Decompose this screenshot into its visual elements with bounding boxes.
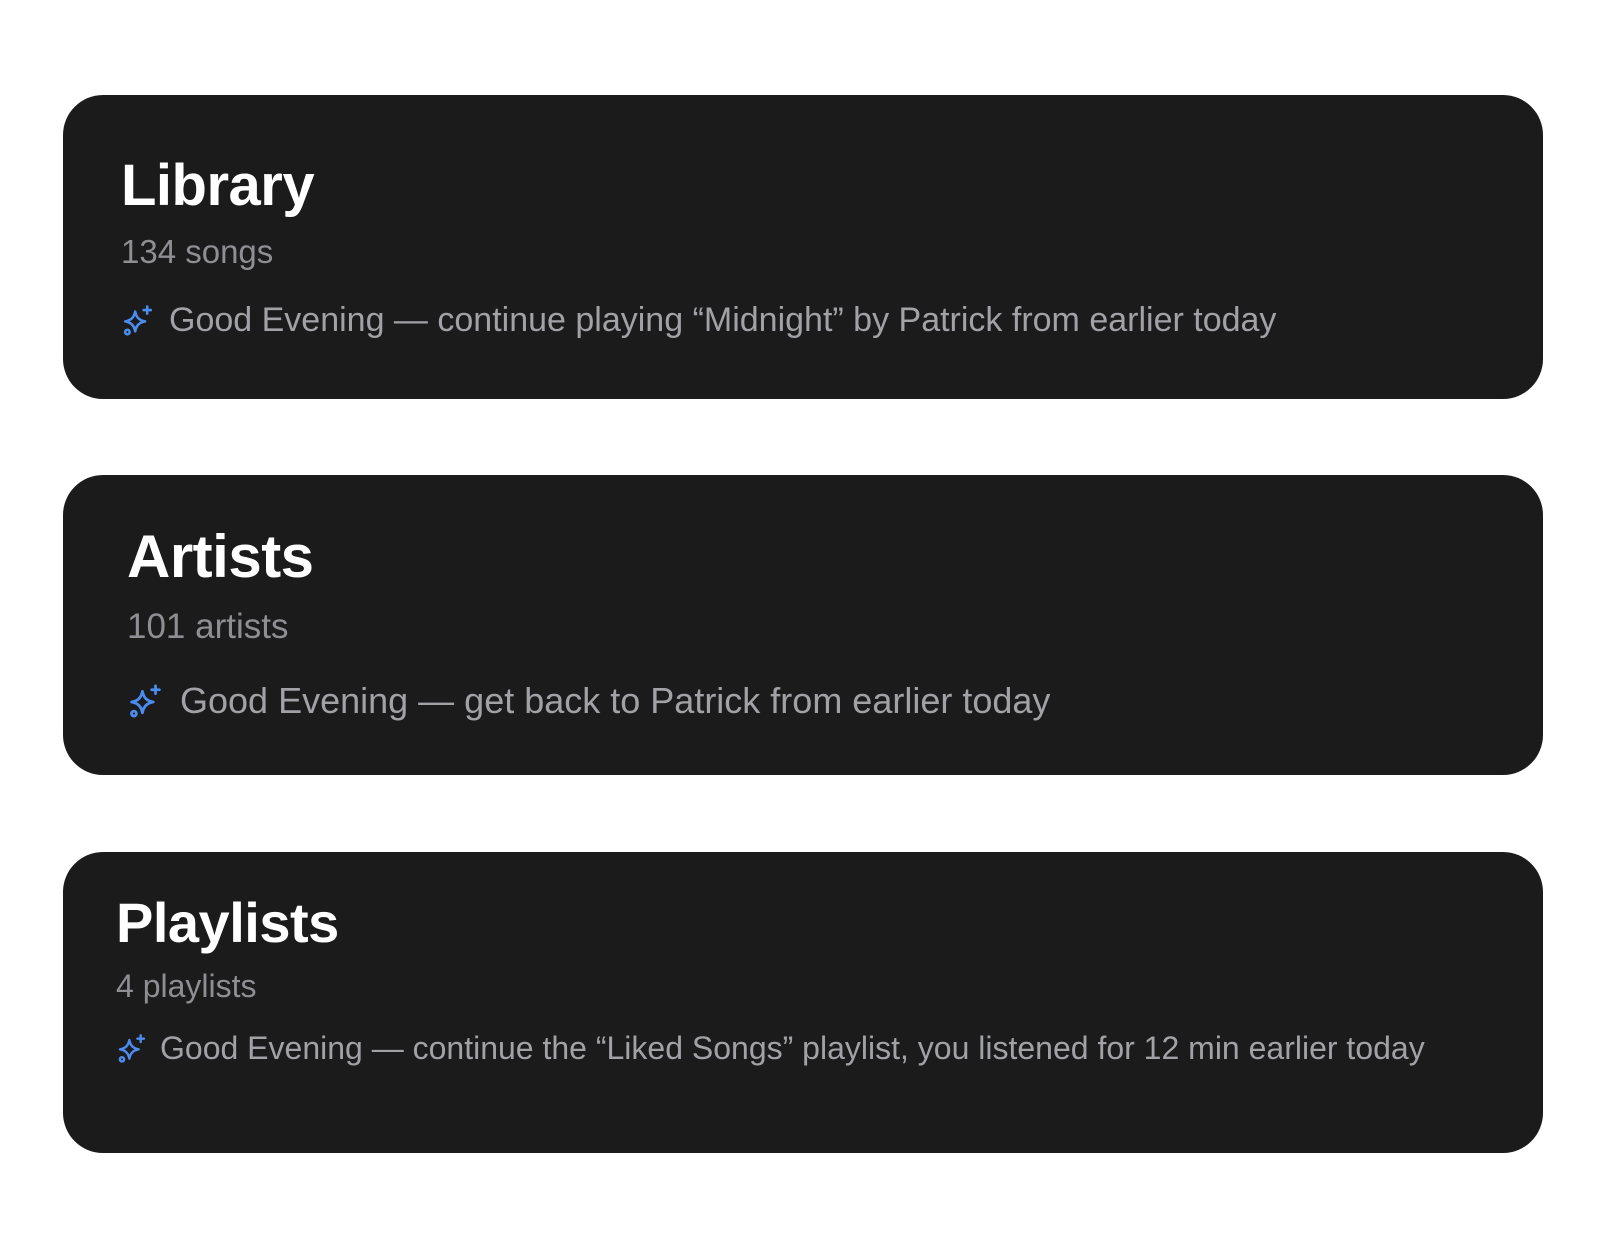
playlists-suggestion[interactable]: Good Evening — continue the “Liked Songs… xyxy=(116,1032,1425,1064)
library-suggestion-text: Good Evening — continue playing “Midnigh… xyxy=(169,301,1277,339)
library-suggestion[interactable]: Good Evening — continue playing “Midnigh… xyxy=(121,303,1276,337)
artists-title: Artists xyxy=(127,523,314,590)
artists-card[interactable]: Artists 101 artists Good Evening — get b… xyxy=(63,475,1543,775)
artists-count: 101 artists xyxy=(127,607,289,646)
playlists-suggestion-text: Good Evening — continue the “Liked Songs… xyxy=(160,1030,1425,1066)
library-card[interactable]: Library 134 songs Good Evening — continu… xyxy=(63,95,1543,399)
sparkle-icon xyxy=(121,303,155,337)
playlists-card[interactable]: Playlists 4 playlists Good Evening — con… xyxy=(63,852,1543,1153)
library-title: Library xyxy=(121,153,315,218)
sparkle-icon xyxy=(116,1032,148,1064)
playlists-title: Playlists xyxy=(116,891,339,954)
artists-suggestion-text: Good Evening — get back to Patrick from … xyxy=(180,679,1051,721)
playlists-count: 4 playlists xyxy=(116,968,257,1004)
artists-suggestion[interactable]: Good Evening — get back to Patrick from … xyxy=(127,682,1050,719)
sparkle-icon xyxy=(127,682,164,719)
library-song-count: 134 songs xyxy=(121,233,274,270)
